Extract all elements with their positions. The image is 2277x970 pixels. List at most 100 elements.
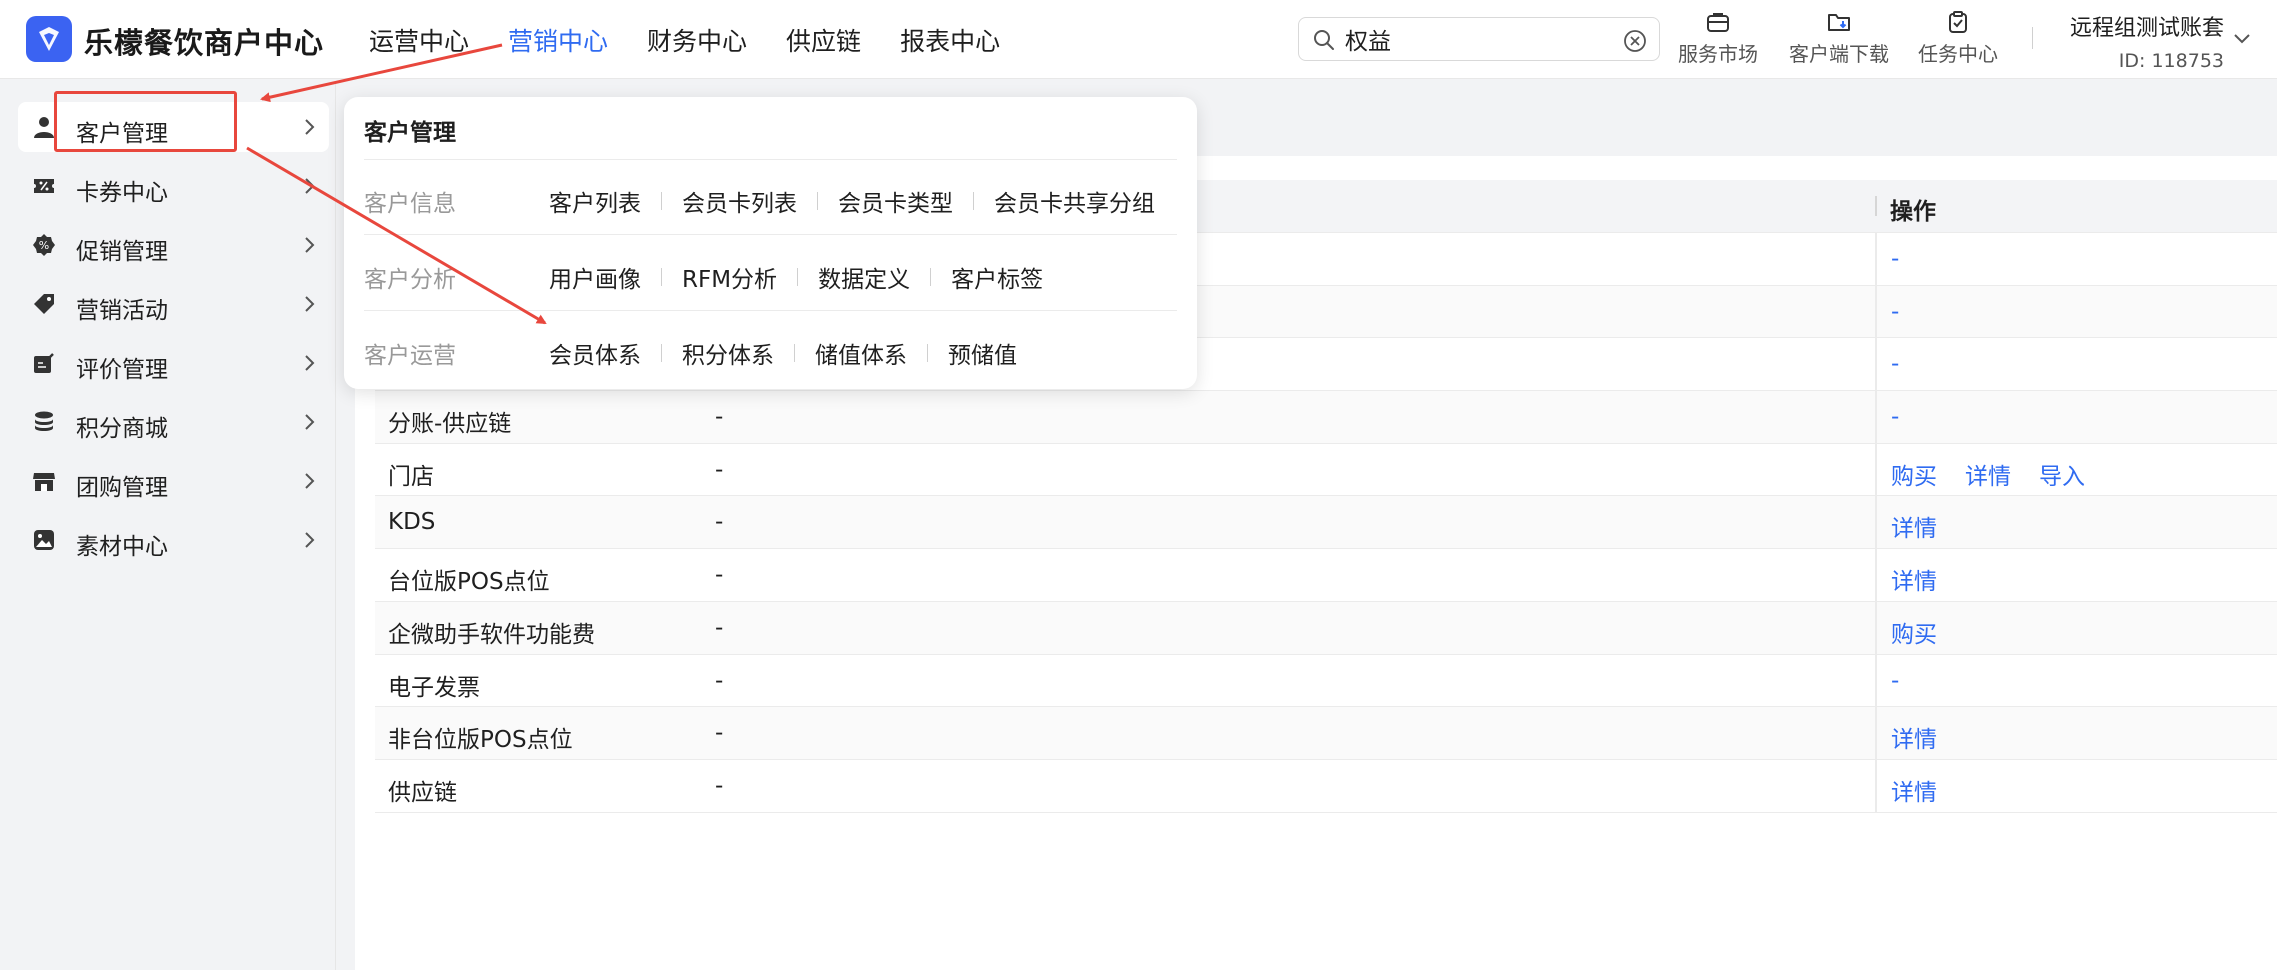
client-download-label: 客户端下载 <box>1789 42 1889 66</box>
cell-actions: 详情 <box>1891 720 1937 754</box>
chevron-right-icon <box>305 237 315 253</box>
column-header-actions: 操作 <box>1890 199 1936 225</box>
menu-group-customer-info: 客户信息 客户列表 会员卡列表 会员卡类型 会员卡共享分组 <box>364 179 1177 219</box>
link-separator <box>661 192 662 210</box>
row-action-link[interactable]: 详情 <box>1891 720 1937 754</box>
row-action-link[interactable]: - <box>1891 668 1899 694</box>
cell-value: - <box>715 509 724 536</box>
sidebar-item-label: 促销管理 <box>76 239 168 265</box>
table-row: 分账-供应链 - - <box>375 391 2277 444</box>
table-row: 台位版POS点位 - 详情 <box>375 549 2277 602</box>
cell-actions: - <box>1891 299 1899 325</box>
menu-links: 客户列表 会员卡列表 会员卡类型 会员卡共享分组 <box>549 184 1155 218</box>
sidebar-item-label: 评价管理 <box>76 357 168 383</box>
sidebar-item-reviews[interactable]: 评价管理 <box>18 338 329 388</box>
row-action-link[interactable]: 购买 <box>1891 457 1937 491</box>
menu-link-customer-tags[interactable]: 客户标签 <box>951 260 1043 294</box>
cell-item-name: 电子发票 <box>388 674 480 701</box>
menu-group-label: 客户分析 <box>364 267 456 293</box>
sidebar-item-label: 素材中心 <box>76 534 168 560</box>
brand-logo[interactable] <box>26 16 72 62</box>
chevron-right-icon <box>305 414 315 430</box>
sidebar: 客户管理 卡券中心 % 促销管理 营销活动 评价管理 积分商城 团购管理 素材中… <box>7 84 336 970</box>
menu-links: 用户画像 RFM分析 数据定义 客户标签 <box>549 260 1043 294</box>
nav-operations[interactable]: 运营中心 <box>369 22 469 58</box>
image-icon <box>34 530 54 550</box>
briefcase-icon <box>1707 13 1729 32</box>
menu-link-stored-value-system[interactable]: 储值体系 <box>815 336 907 370</box>
sidebar-item-promotions[interactable]: % 促销管理 <box>18 220 329 270</box>
row-action-link[interactable]: - <box>1891 299 1899 325</box>
column-divider <box>1875 549 1877 601</box>
menu-group-customer-analysis: 客户分析 用户画像 RFM分析 数据定义 客户标签 <box>364 255 1177 295</box>
menu-link-prepaid-value[interactable]: 预储值 <box>948 336 1017 370</box>
search-input[interactable] <box>1345 24 1605 54</box>
nav-finance[interactable]: 财务中心 <box>647 22 747 58</box>
sidebar-item-campaigns[interactable]: 营销活动 <box>18 279 329 329</box>
chevron-right-icon <box>305 473 315 489</box>
row-action-link[interactable]: - <box>1891 246 1899 272</box>
menu-link-data-definition[interactable]: 数据定义 <box>818 260 910 294</box>
cell-actions: 详情 <box>1891 509 1937 543</box>
sidebar-item-coupons[interactable]: 卡券中心 <box>18 161 329 211</box>
customer-management-menu: 客户管理 客户信息 客户列表 会员卡列表 会员卡类型 会员卡共享分组 客户分析 … <box>344 97 1197 389</box>
chevron-right-icon <box>305 178 315 194</box>
header-divider <box>2032 27 2033 49</box>
row-action-link[interactable]: 详情 <box>1891 562 1937 596</box>
menu-links: 会员体系 积分体系 储值体系 预储值 <box>549 336 1017 370</box>
task-center-button[interactable]: 任务中心 <box>1918 10 1998 67</box>
cell-actions: - <box>1891 351 1899 377</box>
row-action-link[interactable]: 购买 <box>1891 615 1937 649</box>
nav-supply-chain[interactable]: 供应链 <box>786 22 861 58</box>
sidebar-item-points-mall[interactable]: 积分商城 <box>18 397 329 447</box>
search-box <box>1298 17 1660 61</box>
folder-download-icon <box>1828 14 1850 31</box>
menu-link-member-card-types[interactable]: 会员卡类型 <box>838 184 953 218</box>
menu-link-member-card-list[interactable]: 会员卡列表 <box>682 184 797 218</box>
row-action-link[interactable]: 详情 <box>1891 773 1937 807</box>
column-divider <box>1875 707 1877 759</box>
menu-divider <box>364 310 1177 311</box>
menu-link-card-share-groups[interactable]: 会员卡共享分组 <box>994 184 1155 218</box>
chevron-right-icon <box>305 119 315 135</box>
sidebar-item-group-buying[interactable]: 团购管理 <box>18 456 329 506</box>
nav-reports[interactable]: 报表中心 <box>900 22 1000 58</box>
link-separator <box>794 344 795 362</box>
user-icon <box>34 117 54 138</box>
menu-link-rfm-analysis[interactable]: RFM分析 <box>682 260 777 294</box>
cell-actions: 购买 详情 导入 <box>1891 457 2085 491</box>
sidebar-item-materials[interactable]: 素材中心 <box>18 515 329 565</box>
menu-link-membership-system[interactable]: 会员体系 <box>549 336 641 370</box>
row-action-link[interactable]: - <box>1891 404 1899 430</box>
menu-link-customer-list[interactable]: 客户列表 <box>549 184 641 218</box>
menu-link-user-persona[interactable]: 用户画像 <box>549 260 641 294</box>
cell-item-name: 企微助手软件功能费 <box>388 621 595 648</box>
column-divider <box>1875 338 1877 391</box>
nav-marketing[interactable]: 营销中心 <box>508 22 608 58</box>
column-divider <box>1875 443 1877 496</box>
client-download-button[interactable]: 客户端下载 <box>1789 10 1889 67</box>
column-divider <box>1875 654 1877 707</box>
account-name: 远程组测试账套 <box>2070 16 2225 41</box>
column-divider <box>1875 601 1877 654</box>
menu-group-label: 客户信息 <box>364 191 456 217</box>
task-center-label: 任务中心 <box>1918 42 1998 66</box>
row-action-link[interactable]: 详情 <box>1891 509 1937 543</box>
cell-value: - <box>715 720 724 747</box>
row-action-link[interactable]: - <box>1891 351 1899 377</box>
sidebar-item-label: 积分商城 <box>76 416 168 442</box>
tag-icon <box>34 294 54 314</box>
row-action-link[interactable]: 导入 <box>2039 457 2085 491</box>
cell-item-name: KDS <box>388 509 436 536</box>
clear-search-icon[interactable] <box>1623 29 1647 53</box>
column-resizer[interactable] <box>1875 196 1877 216</box>
coins-icon <box>35 411 53 431</box>
link-separator <box>817 192 818 210</box>
chevron-right-icon <box>305 355 315 371</box>
cell-item-name: 台位版POS点位 <box>388 569 550 596</box>
menu-link-points-system[interactable]: 积分体系 <box>682 336 774 370</box>
service-market-button[interactable]: 服务市场 <box>1678 10 1758 67</box>
cell-actions: - <box>1891 404 1899 430</box>
row-action-link[interactable]: 详情 <box>1965 457 2011 491</box>
account-menu[interactable]: 远程组测试账套 ID: 118753 <box>2070 10 2250 72</box>
